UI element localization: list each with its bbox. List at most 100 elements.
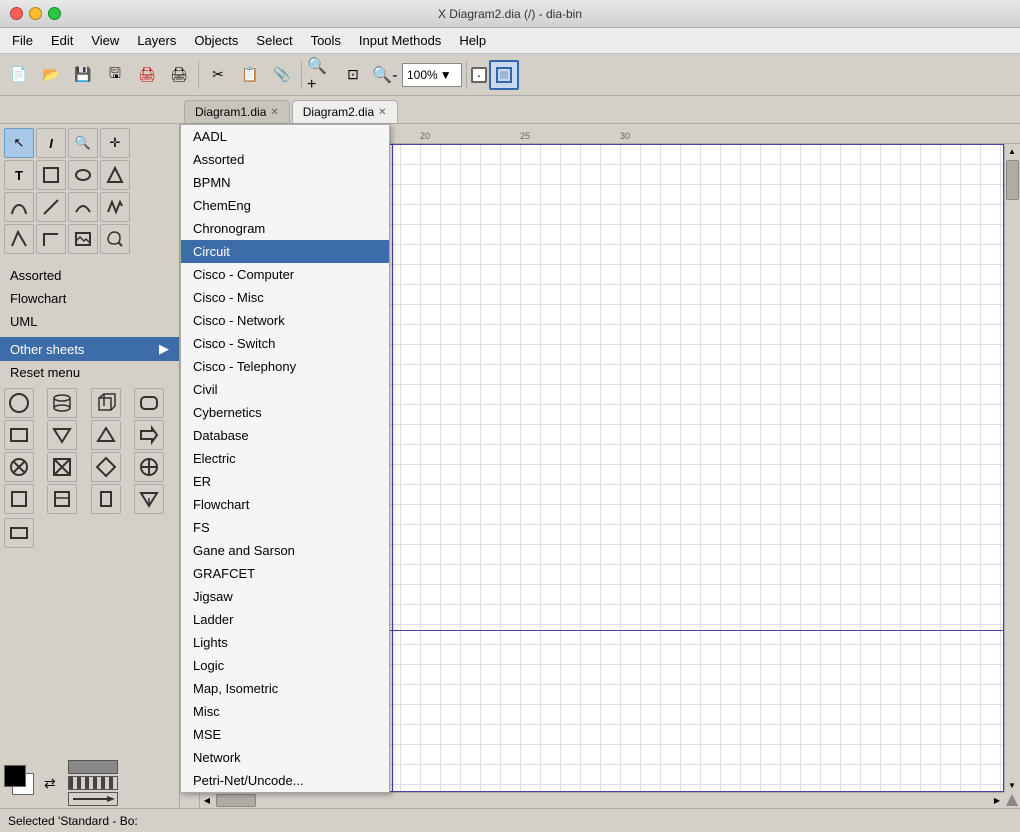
dropdown-item-jigsaw[interactable]: Jigsaw <box>181 585 389 608</box>
maximize-button[interactable] <box>48 7 61 20</box>
foreground-color-swatch[interactable] <box>4 765 26 787</box>
menu-select[interactable]: Select <box>248 31 300 50</box>
dropdown-item-chemeng[interactable]: ChemEng <box>181 194 389 217</box>
shape-3d-box[interactable] <box>91 388 121 418</box>
box-tool[interactable] <box>36 160 66 190</box>
zoom-out-button[interactable]: 🔍- <box>370 60 400 90</box>
dropdown-item-lights[interactable]: Lights <box>181 631 389 654</box>
close-button[interactable] <box>10 7 23 20</box>
save-as-button[interactable]: 🖫 <box>100 60 130 90</box>
scroll-thumb-v[interactable] <box>1006 160 1019 200</box>
shape-crossed-circle[interactable] <box>4 452 34 482</box>
swap-colors-icon[interactable]: ⇄ <box>44 775 56 792</box>
dropdown-item-assorted[interactable]: Assorted <box>181 148 389 171</box>
arc-tool[interactable] <box>68 192 98 222</box>
snap-grid-button[interactable]: · <box>471 67 487 83</box>
dropdown-item-network[interactable]: Network <box>181 746 389 769</box>
tab-diagram2-close[interactable]: ✕ <box>378 107 386 118</box>
copy-button[interactable]: 📋 <box>235 60 265 90</box>
sidebar-item-other-sheets[interactable]: Other sheets ▶ <box>0 337 179 361</box>
menu-tools[interactable]: Tools <box>303 31 349 50</box>
text-tool[interactable]: T <box>4 160 34 190</box>
dropdown-item-cybernetics[interactable]: Cybernetics <box>181 401 389 424</box>
dropdown-item-civil[interactable]: Civil <box>181 378 389 401</box>
dropdown-item-cisco-computer[interactable]: Cisco - Computer <box>181 263 389 286</box>
magnify-tool[interactable] <box>100 224 130 254</box>
dropdown-item-fs[interactable]: FS <box>181 516 389 539</box>
tab-diagram1-close[interactable]: ✕ <box>270 107 278 118</box>
dropdown-item-ladder[interactable]: Ladder <box>181 608 389 631</box>
sidebar-item-uml[interactable]: UML <box>0 310 179 333</box>
scrollbar-vertical[interactable]: ▲ ▼ <box>1004 144 1020 792</box>
dropdown-item-map-isometric[interactable]: Map, Isometric <box>181 677 389 700</box>
shape-small-rect-1[interactable] <box>4 484 34 514</box>
zoom-dropdown-icon[interactable]: ▼ <box>440 68 452 82</box>
zoom-in-button[interactable]: 🔍+ <box>306 60 336 90</box>
save-button[interactable]: 💾 <box>68 60 98 90</box>
ellipse-tool[interactable] <box>68 160 98 190</box>
shape-small-rect-2[interactable] <box>47 484 77 514</box>
scroll-right-button[interactable]: ▶ <box>990 793 1004 807</box>
minimize-button[interactable] <box>29 7 42 20</box>
shape-triangle-down-2[interactable] <box>134 484 164 514</box>
dropdown-item-cisco-telephony[interactable]: Cisco - Telephony <box>181 355 389 378</box>
image-tool[interactable] <box>68 224 98 254</box>
dropdown-item-cisco-network[interactable]: Cisco - Network <box>181 309 389 332</box>
shape-triangle-up[interactable] <box>91 420 121 450</box>
shape-rounded-rect[interactable] <box>134 388 164 418</box>
menu-input-methods[interactable]: Input Methods <box>351 31 449 50</box>
paste-button[interactable]: 📎 <box>267 60 297 90</box>
sidebar-item-assorted[interactable]: Assorted <box>0 264 179 287</box>
bezier-tool[interactable] <box>4 192 34 222</box>
connect-lines-button[interactable] <box>489 60 519 90</box>
dropdown-item-bpmn[interactable]: BPMN <box>181 171 389 194</box>
scroll-left-button[interactable]: ◀ <box>200 793 214 807</box>
line-style-solid[interactable] <box>68 760 118 774</box>
zoom-tool[interactable]: 🔍 <box>68 128 98 158</box>
zoom-fit-button[interactable]: ⊡ <box>338 60 368 90</box>
dropdown-item-petri[interactable]: Petri-Net/Uncode... <box>181 769 389 792</box>
shape-arrow-right[interactable] <box>134 420 164 450</box>
dropdown-item-misc[interactable]: Misc <box>181 700 389 723</box>
tab-diagram1[interactable]: Diagram1.dia ✕ <box>184 100 290 123</box>
dropdown-item-aadl[interactable]: AADL <box>181 125 389 148</box>
menu-objects[interactable]: Objects <box>186 31 246 50</box>
dropdown-item-er[interactable]: ER <box>181 470 389 493</box>
text-cursor-tool[interactable]: I <box>36 128 66 158</box>
dropdown-item-mse[interactable]: MSE <box>181 723 389 746</box>
shape-circle[interactable] <box>4 388 34 418</box>
shape-rect[interactable] <box>4 420 34 450</box>
tab-diagram2[interactable]: Diagram2.dia ✕ <box>292 100 398 123</box>
export-button[interactable]: 🖨 <box>132 60 162 90</box>
menu-edit[interactable]: Edit <box>43 31 81 50</box>
dropdown-item-circuit[interactable]: Circuit <box>181 240 389 263</box>
dropdown-item-gane[interactable]: Gane and Sarson <box>181 539 389 562</box>
dropdown-item-logic[interactable]: Logic <box>181 654 389 677</box>
menu-view[interactable]: View <box>83 31 127 50</box>
select-tool[interactable]: ↖ <box>4 128 34 158</box>
open-button[interactable]: 📂 <box>36 60 66 90</box>
dropdown-item-flowchart[interactable]: Flowchart <box>181 493 389 516</box>
scroll-thumb-h[interactable] <box>216 794 256 807</box>
cut-button[interactable]: ✂ <box>203 60 233 90</box>
menu-help[interactable]: Help <box>451 31 494 50</box>
outline-tool[interactable] <box>4 224 34 254</box>
scroll-down-button[interactable]: ▼ <box>1005 778 1019 792</box>
window-controls[interactable] <box>10 7 61 20</box>
zoom-input[interactable]: 100% ▼ <box>402 63 462 87</box>
shape-cylinder[interactable] <box>47 388 77 418</box>
dropdown-item-cisco-misc[interactable]: Cisco - Misc <box>181 286 389 309</box>
sidebar-item-reset[interactable]: Reset menu <box>0 361 179 384</box>
dropdown-item-cisco-switch[interactable]: Cisco - Switch <box>181 332 389 355</box>
polygon-tool[interactable] <box>100 160 130 190</box>
corner-tool[interactable] <box>36 224 66 254</box>
menu-file[interactable]: File <box>4 31 41 50</box>
move-tool[interactable]: ✛ <box>100 128 130 158</box>
shape-triangle-down[interactable] <box>47 420 77 450</box>
line-tool[interactable] <box>36 192 66 222</box>
scroll-up-button[interactable]: ▲ <box>1005 144 1019 158</box>
shape-small-rect-3[interactable] <box>91 484 121 514</box>
zigzag-tool[interactable] <box>100 192 130 222</box>
dropdown-item-grafcet[interactable]: GRAFCET <box>181 562 389 585</box>
sidebar-item-flowchart[interactable]: Flowchart <box>0 287 179 310</box>
